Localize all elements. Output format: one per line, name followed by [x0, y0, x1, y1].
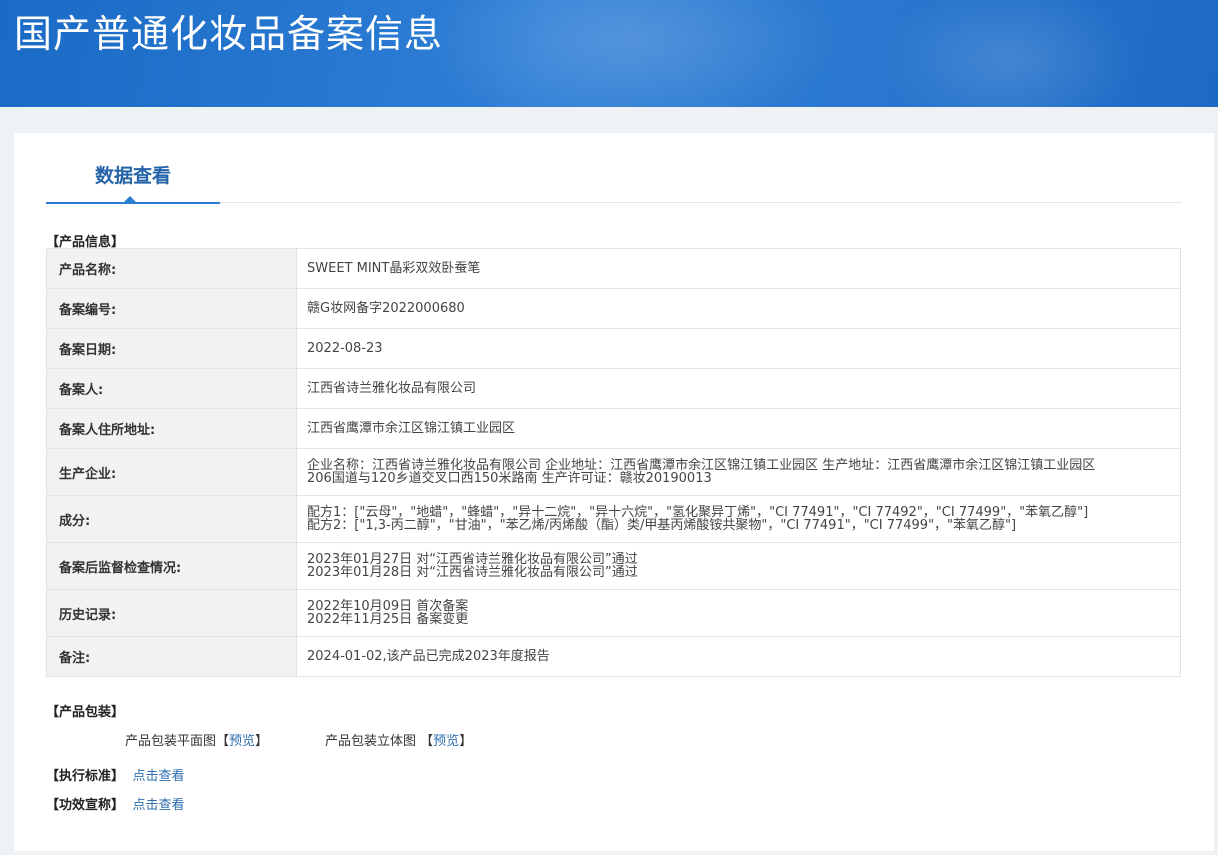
tab-label: 数据查看	[94, 165, 171, 187]
info-label: 备案人住所地址:	[46, 408, 297, 449]
info-value-line: 赣G妆网备字2022000680	[307, 301, 465, 316]
info-row: 历史记录: 2022年10月09日 首次备案 2022年11月25日 备案变更	[46, 589, 1181, 637]
info-value-line: SWEET MINT晶彩双效卧蚕笔	[307, 261, 481, 276]
info-value-line: 江西省诗兰雅化妆品有限公司	[307, 381, 477, 396]
info-row: 备案后监督检查情况: 2023年01月27日 对“江西省诗兰雅化妆品有限公司”通过…	[46, 542, 1181, 590]
efficacy-row: 【功效宣称】 点击查看	[46, 794, 185, 813]
standard-row: 【执行标准】 点击查看	[46, 765, 185, 784]
info-label: 产品名称:	[46, 248, 297, 289]
info-row: 备案编号: 赣G妆网备字2022000680	[46, 288, 1181, 329]
info-value-line: 206国道与120乡道交叉口西150米路南 生产许可证：赣妆20190013	[307, 471, 712, 486]
info-value-line: 2022年11月25日 备案变更	[307, 612, 469, 627]
packaging-solid: 产品包装立体图 【预览】	[325, 734, 473, 749]
page-header: 国产普通化妆品备案信息	[0, 0, 1218, 107]
page-title: 国产普通化妆品备案信息	[14, 12, 444, 56]
packaging-solid-preview-link[interactable]: 预览	[433, 734, 459, 749]
header-decoration	[420, 0, 840, 107]
info-label: 历史记录:	[46, 589, 297, 637]
header-decoration	[880, 0, 1140, 107]
info-label: 备案后监督检查情况:	[46, 542, 297, 590]
info-value: 2023年01月27日 对“江西省诗兰雅化妆品有限公司”通过 2023年01月28…	[296, 542, 1181, 590]
efficacy-view-link[interactable]: 点击查看	[133, 798, 185, 813]
info-value-line: 2024-01-02,该产品已完成2023年度报告	[307, 649, 550, 664]
info-value: 江西省鹰潭市余江区锦江镇工业园区	[296, 408, 1181, 449]
info-row: 备案日期: 2022-08-23	[46, 328, 1181, 369]
info-value: 配方1：["云母"，"地蜡"，"蜂蜡"，"异十二烷"，"异十六烷"，"氢化聚异丁…	[296, 495, 1181, 543]
product-info-table: 产品名称: SWEET MINT晶彩双效卧蚕笔 备案编号: 赣G妆网备字2022000…	[46, 248, 1181, 677]
info-value: 2022年10月09日 首次备案 2022年11月25日 备案变更	[296, 589, 1181, 637]
info-row: 备注: 2024-01-02,该产品已完成2023年度报告	[46, 636, 1181, 677]
info-label: 生产企业:	[46, 448, 297, 496]
info-value: 2022-08-23	[296, 328, 1181, 369]
tab-data-view[interactable]: 数据查看	[46, 133, 220, 204]
info-label: 备案日期:	[46, 328, 297, 369]
info-value-line: 江西省鹰潭市余江区锦江镇工业园区	[307, 421, 516, 436]
packaging-flat-label: 产品包装平面图	[125, 734, 217, 749]
info-label: 备案编号:	[46, 288, 297, 329]
info-value: SWEET MINT晶彩双效卧蚕笔	[296, 248, 1181, 289]
packaging-title: 【产品包装】	[46, 705, 125, 720]
tab-bar: 数据查看	[46, 133, 1182, 204]
info-value: 江西省诗兰雅化妆品有限公司	[296, 368, 1181, 409]
info-value-line: 2022-08-23	[307, 341, 383, 356]
info-row: 成分: 配方1：["云母"，"地蜡"，"蜂蜡"，"异十二烷"，"异十六烷"，"氢化…	[46, 495, 1181, 543]
efficacy-title: 【功效宣称】	[46, 798, 125, 813]
tab-active-underline	[46, 202, 220, 204]
info-label: 备注:	[46, 636, 297, 677]
packaging-flat-preview-link[interactable]: 预览	[229, 734, 255, 749]
standard-title: 【执行标准】	[46, 769, 125, 784]
packaging-flat: 产品包装平面图【预览】	[125, 734, 269, 749]
info-value: 赣G妆网备字2022000680	[296, 288, 1181, 329]
info-value: 2024-01-02,该产品已完成2023年度报告	[296, 636, 1181, 677]
packaging-solid-label: 产品包装立体图	[325, 734, 417, 749]
info-label: 备案人:	[46, 368, 297, 409]
info-row: 备案人: 江西省诗兰雅化妆品有限公司	[46, 368, 1181, 409]
info-value-line: 配方2：["1,3-丙二醇"，"甘油"，"苯乙烯/丙烯酸（酯）类/甲基丙烯酸铵共…	[307, 518, 1017, 533]
info-row: 生产企业: 企业名称：江西省诗兰雅化妆品有限公司 企业地址：江西省鹰潭市余江区锦江…	[46, 448, 1181, 496]
info-value: 企业名称：江西省诗兰雅化妆品有限公司 企业地址：江西省鹰潭市余江区锦江镇工业园区…	[296, 448, 1181, 496]
tab-caret-icon	[124, 196, 136, 202]
info-row: 产品名称: SWEET MINT晶彩双效卧蚕笔	[46, 248, 1181, 289]
info-value-line: 2023年01月28日 对“江西省诗兰雅化妆品有限公司”通过	[307, 565, 638, 580]
standard-view-link[interactable]: 点击查看	[133, 769, 185, 784]
info-row: 备案人住所地址: 江西省鹰潭市余江区锦江镇工业园区	[46, 408, 1181, 449]
content-panel: 数据查看 【产品信息】 产品名称: SWEET MINT晶彩双效卧蚕笔 备案编号: 赣…	[14, 133, 1214, 851]
info-label: 成分:	[46, 495, 297, 543]
